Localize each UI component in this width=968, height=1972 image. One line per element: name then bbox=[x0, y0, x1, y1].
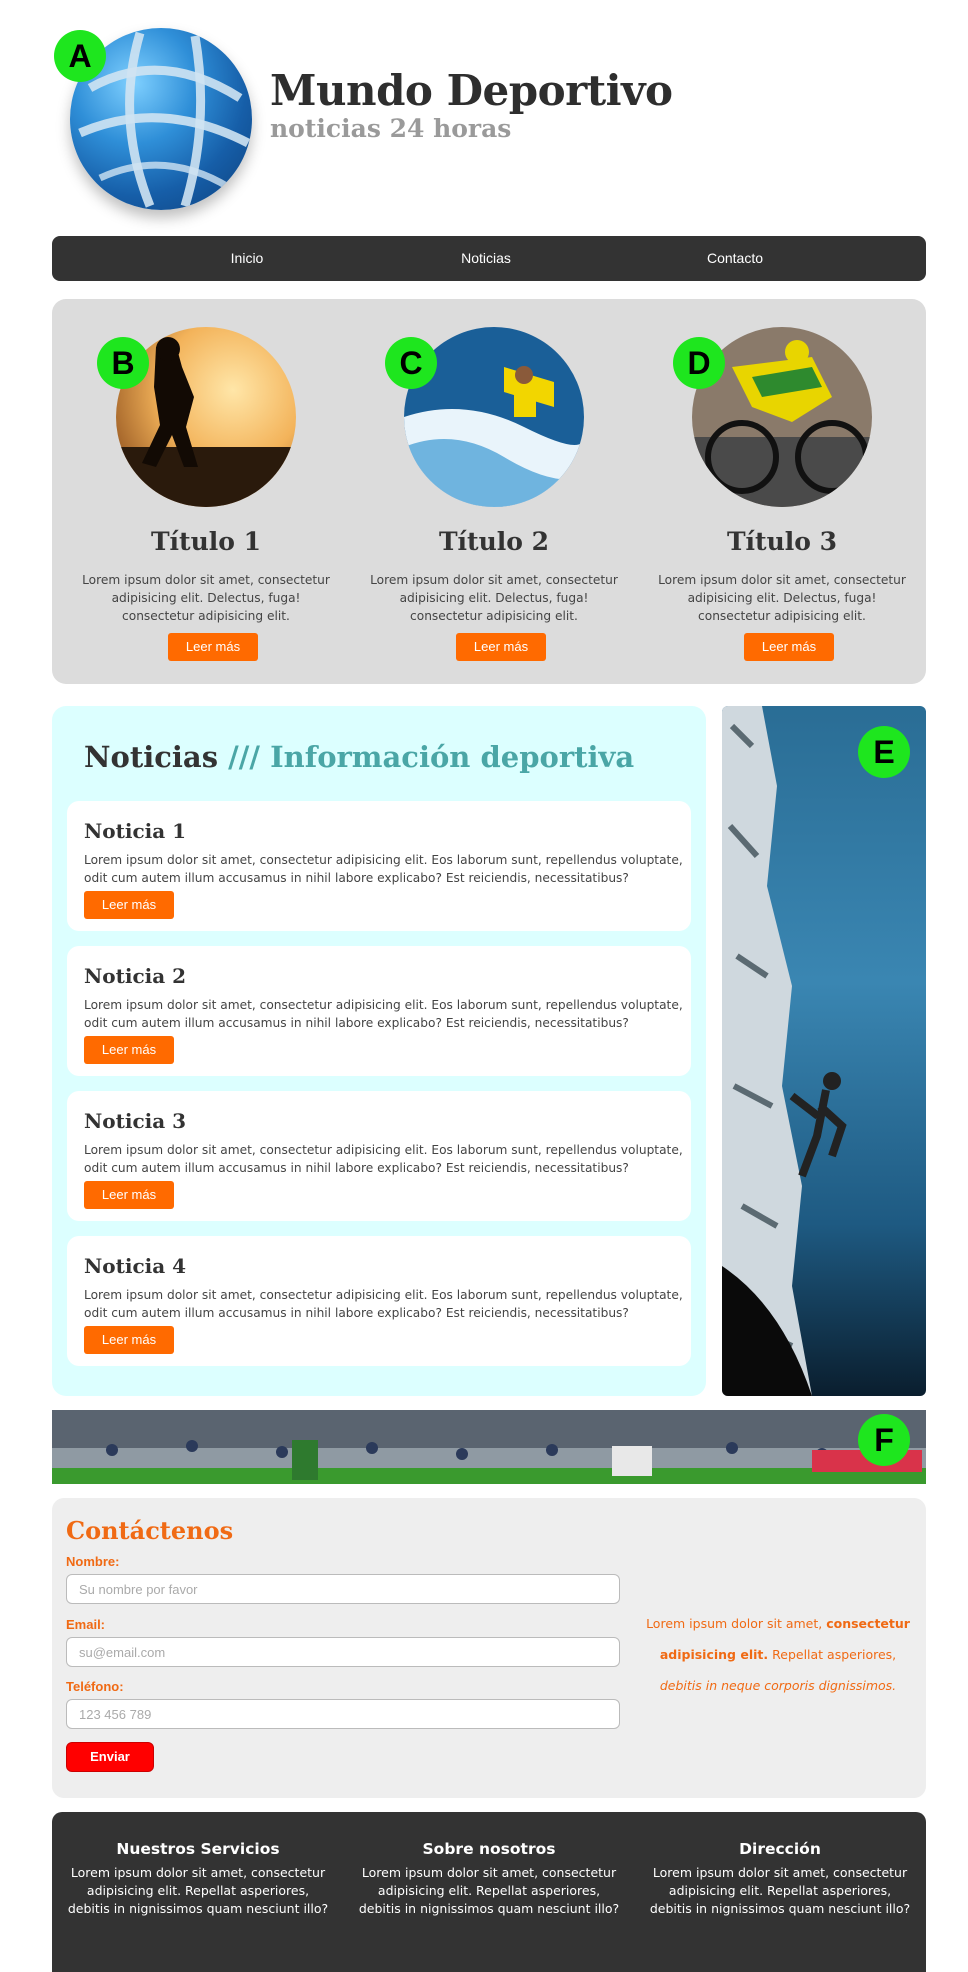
aside-part-c: Repellat asperiores, bbox=[772, 1647, 897, 1662]
phone-label: Teléfono: bbox=[66, 1679, 124, 1694]
footer-column: Dirección Lorem ipsum dolor sit amet, co… bbox=[649, 1840, 911, 1918]
contact-title: Contáctenos bbox=[66, 1516, 234, 1545]
footer-text: Lorem ipsum dolor sit amet, consectetur … bbox=[358, 1865, 620, 1916]
badge-e: E bbox=[858, 726, 910, 778]
news-title: Noticia 3 bbox=[84, 1109, 187, 1133]
badge-c: C bbox=[385, 337, 437, 389]
feature-title: Título 3 bbox=[726, 527, 838, 556]
features-section: B Título 1 Lorem ipsum dolor sit amet, c… bbox=[52, 299, 926, 684]
news-text: Lorem ipsum dolor sit amet, consectetur … bbox=[84, 1288, 683, 1320]
read-more-button[interactable]: Leer más bbox=[84, 1181, 174, 1209]
read-more-button[interactable]: Leer más bbox=[84, 891, 174, 919]
news-section: Noticias /// Información deportiva Notic… bbox=[52, 706, 706, 1396]
phone-input[interactable] bbox=[66, 1699, 620, 1729]
footer-heading: Nuestros Servicios bbox=[116, 1840, 280, 1858]
badge-d: D bbox=[673, 337, 725, 389]
feature-title: Título 1 bbox=[150, 527, 262, 556]
nav-item-inicio[interactable]: Inicio bbox=[231, 250, 264, 266]
feature-text: Lorem ipsum dolor sit amet, consectetur … bbox=[658, 573, 906, 623]
read-more-button[interactable]: Leer más bbox=[456, 633, 546, 661]
footer-text: Lorem ipsum dolor sit amet, consectetur … bbox=[649, 1865, 911, 1916]
news-card: Noticia 2 Lorem ipsum dolor sit amet, co… bbox=[67, 946, 691, 1076]
news-heading-main: Noticias bbox=[84, 740, 219, 774]
badge-f: F bbox=[858, 1414, 910, 1466]
site-subtitle: noticias 24 horas bbox=[270, 114, 512, 143]
news-card: Noticia 4 Lorem ipsum dolor sit amet, co… bbox=[67, 1236, 691, 1366]
footer-heading: Sobre nosotros bbox=[422, 1840, 556, 1858]
main-nav: Inicio Noticias Contacto bbox=[52, 236, 926, 281]
nav-item-noticias[interactable]: Noticias bbox=[461, 250, 511, 266]
site-title: Mundo Deportivo bbox=[270, 66, 673, 115]
news-title: Noticia 4 bbox=[84, 1254, 187, 1278]
site-header: A Mundo Deportivo noticias 24 horas bbox=[0, 0, 968, 232]
footer-column: Nuestros Servicios Lorem ipsum dolor sit… bbox=[67, 1840, 329, 1918]
send-button[interactable]: Enviar bbox=[66, 1742, 154, 1772]
aside-part-d: debitis in neque corporis dignissimos. bbox=[659, 1678, 897, 1693]
read-more-button[interactable]: Leer más bbox=[744, 633, 834, 661]
feature-text: Lorem ipsum dolor sit amet, consectetur … bbox=[82, 573, 330, 623]
news-title: Noticia 1 bbox=[84, 819, 187, 843]
contact-aside-text: Lorem ipsum dolor sit amet, consectetur … bbox=[638, 1608, 918, 1701]
news-heading-separator: /// bbox=[228, 740, 260, 774]
footer-text: Lorem ipsum dolor sit amet, consectetur … bbox=[67, 1865, 329, 1916]
news-text: Lorem ipsum dolor sit amet, consectetur … bbox=[84, 998, 683, 1030]
feature-card: B Título 1 Lorem ipsum dolor sit amet, c… bbox=[64, 299, 334, 684]
email-input[interactable] bbox=[66, 1637, 620, 1667]
email-label: Email: bbox=[66, 1617, 106, 1632]
news-title: Noticia 2 bbox=[84, 964, 187, 988]
name-label: Nombre: bbox=[66, 1554, 120, 1569]
read-more-button[interactable]: Leer más bbox=[84, 1326, 174, 1354]
news-card: Noticia 1 Lorem ipsum dolor sit amet, co… bbox=[67, 801, 691, 931]
news-heading-accent: Información deportiva bbox=[270, 740, 635, 774]
stadium-banner: F bbox=[52, 1410, 926, 1484]
footer-heading: Dirección bbox=[739, 1840, 821, 1858]
feature-card: D Título 3 Lorem ipsum dolor sit amet, c… bbox=[640, 299, 910, 684]
name-input[interactable] bbox=[66, 1574, 620, 1604]
feature-text: Lorem ipsum dolor sit amet, consectetur … bbox=[370, 573, 618, 623]
feature-card: C Título 2 Lorem ipsum dolor sit amet, c… bbox=[352, 299, 622, 684]
news-text: Lorem ipsum dolor sit amet, consectetur … bbox=[84, 853, 683, 885]
feature-title: Título 2 bbox=[438, 527, 550, 556]
climber-photo: E bbox=[722, 706, 926, 1396]
read-more-button[interactable]: Leer más bbox=[168, 633, 258, 661]
contact-section: Contáctenos Nombre: Email: Teléfono: Env… bbox=[52, 1498, 926, 1798]
aside-part-a: Lorem ipsum dolor sit amet, bbox=[646, 1616, 823, 1631]
badge-b: B bbox=[97, 337, 149, 389]
site-footer: Nuestros Servicios Lorem ipsum dolor sit… bbox=[52, 1812, 926, 1972]
badge-a: A bbox=[54, 30, 106, 82]
news-card: Noticia 3 Lorem ipsum dolor sit amet, co… bbox=[67, 1091, 691, 1221]
footer-column: Sobre nosotros Lorem ipsum dolor sit ame… bbox=[358, 1840, 620, 1918]
news-heading: Noticias /// Información deportiva bbox=[84, 740, 634, 774]
nav-item-contacto[interactable]: Contacto bbox=[707, 250, 763, 266]
news-text: Lorem ipsum dolor sit amet, consectetur … bbox=[84, 1143, 683, 1175]
read-more-button[interactable]: Leer más bbox=[84, 1036, 174, 1064]
